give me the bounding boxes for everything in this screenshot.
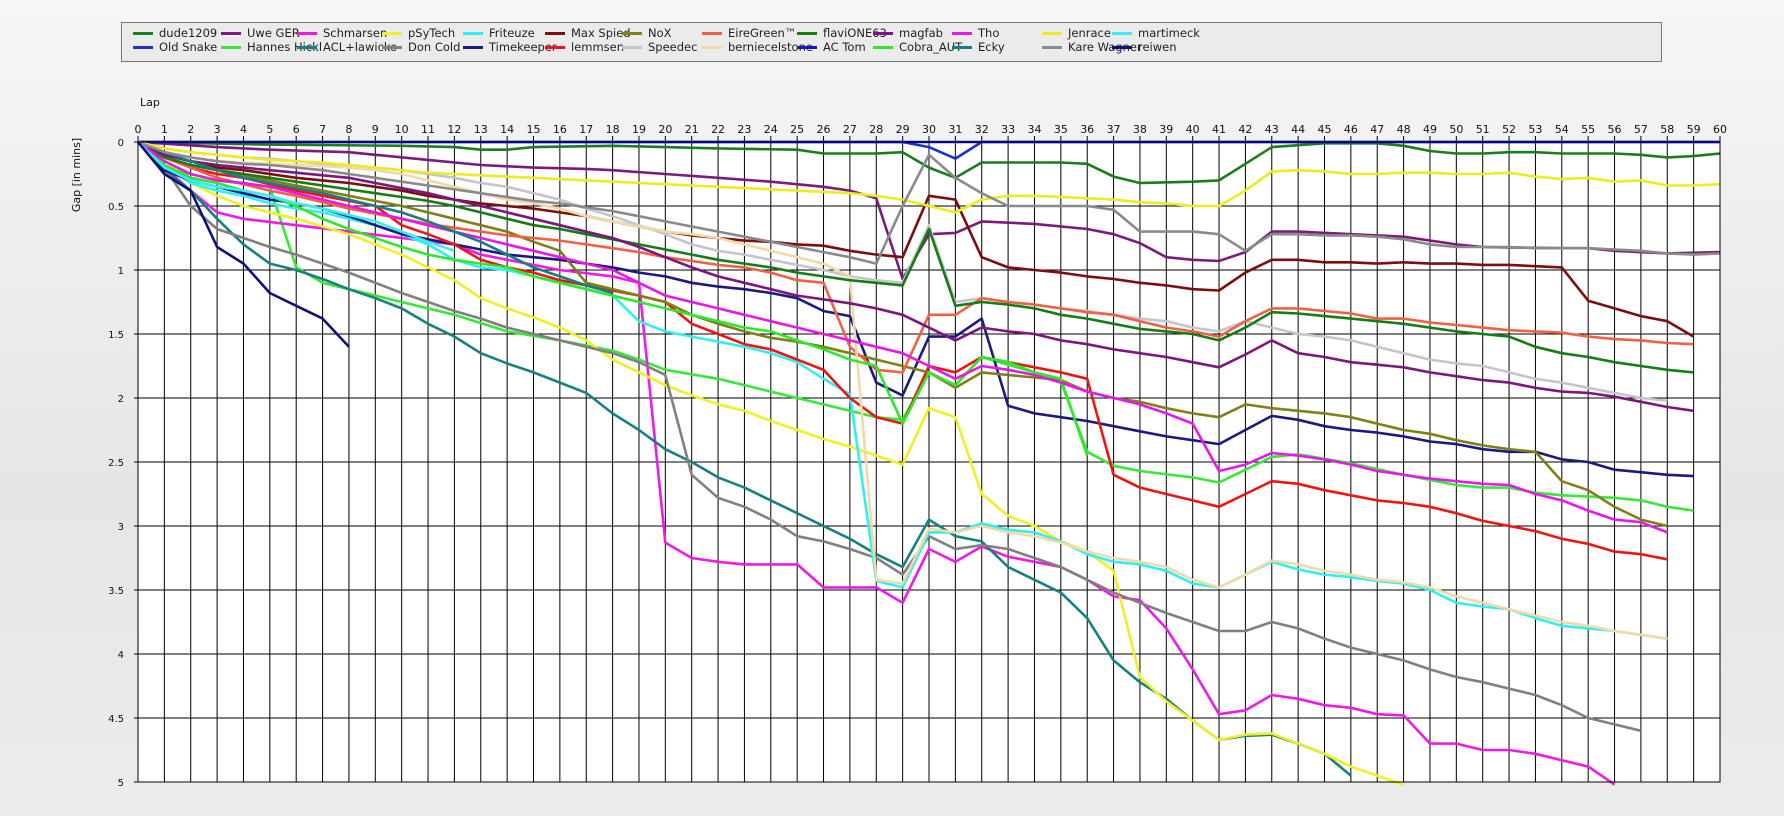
x-tick-label: 15 <box>527 123 541 136</box>
x-tick-label: 2 <box>187 123 194 136</box>
x-tick-label: 28 <box>869 123 883 136</box>
x-tick-label: 55 <box>1581 123 1595 136</box>
x-tick-label: 46 <box>1344 123 1358 136</box>
x-tick-label: 4 <box>240 123 247 136</box>
x-tick-label: 45 <box>1318 123 1332 136</box>
y-tick-label: 0 <box>118 138 124 149</box>
x-tick-label: 33 <box>1001 123 1015 136</box>
x-tick-label: 29 <box>896 123 910 136</box>
x-tick-label: 43 <box>1265 123 1279 136</box>
x-tick-label: 25 <box>790 123 804 136</box>
x-tick-label: 37 <box>1107 123 1121 136</box>
y-tick-label: 3 <box>118 522 124 533</box>
x-tick-label: 6 <box>293 123 300 136</box>
x-tick-label: 3 <box>214 123 221 136</box>
x-tick-label: 40 <box>1186 123 1200 136</box>
x-tick-label: 8 <box>345 123 352 136</box>
x-tick-label: 26 <box>817 123 831 136</box>
x-tick-label: 9 <box>372 123 379 136</box>
x-tick-label: 14 <box>500 123 514 136</box>
x-tick-label: 42 <box>1238 123 1252 136</box>
x-tick-label: 56 <box>1608 123 1622 136</box>
x-tick-label: 32 <box>975 123 989 136</box>
x-tick-label: 27 <box>843 123 857 136</box>
x-tick-label: 5 <box>266 123 273 136</box>
x-tick-label: 60 <box>1713 123 1727 136</box>
y-tick-label: 2 <box>118 394 124 405</box>
x-tick-label: 31 <box>948 123 962 136</box>
y-tick-label: 3.5 <box>108 586 124 597</box>
y-tick-label: 4 <box>118 650 124 661</box>
x-tick-label: 50 <box>1449 123 1463 136</box>
y-tick-label: 1 <box>118 266 124 277</box>
x-axis-label: Lap <box>140 96 160 109</box>
x-tick-label: 41 <box>1212 123 1226 136</box>
x-tick-label: 1 <box>161 123 168 136</box>
x-tick-label: 57 <box>1634 123 1648 136</box>
x-tick-label: 22 <box>711 123 725 136</box>
x-tick-label: 0 <box>135 123 142 136</box>
x-tick-label: 35 <box>1054 123 1068 136</box>
x-tick-label: 13 <box>474 123 488 136</box>
x-tick-label: 44 <box>1291 123 1305 136</box>
x-tick-label: 51 <box>1476 123 1490 136</box>
x-tick-label: 12 <box>447 123 461 136</box>
x-tick-label: 39 <box>1159 123 1173 136</box>
x-tick-label: 52 <box>1502 123 1516 136</box>
x-tick-label: 59 <box>1687 123 1701 136</box>
x-tick-label: 48 <box>1397 123 1411 136</box>
x-tick-label: 18 <box>606 123 620 136</box>
x-tick-label: 49 <box>1423 123 1437 136</box>
y-axis-label: Gap [in mins] <box>70 138 83 212</box>
x-tick-label: 16 <box>553 123 567 136</box>
x-tick-label: 17 <box>579 123 593 136</box>
x-tick-label: 58 <box>1660 123 1674 136</box>
x-tick-label: 36 <box>1080 123 1094 136</box>
x-tick-label: 34 <box>1027 123 1041 136</box>
x-tick-label: 11 <box>421 123 435 136</box>
x-tick-label: 38 <box>1133 123 1147 136</box>
y-tick-label: 4.5 <box>108 714 124 725</box>
x-tick-label: 24 <box>764 123 778 136</box>
x-tick-label: 53 <box>1528 123 1542 136</box>
x-tick-label: 20 <box>658 123 672 136</box>
y-tick-label: 0.5 <box>108 202 124 213</box>
y-tick-label: 2.5 <box>108 458 124 469</box>
x-tick-label: 21 <box>685 123 699 136</box>
x-tick-label: 7 <box>319 123 326 136</box>
x-tick-label: 19 <box>632 123 646 136</box>
lap-gap-chart: 0 1 2 3 4 5 6 7 8 9 10 11 12 13 14 15 16 17 18 19 20 21 22 23 24… <box>70 96 1727 789</box>
x-tick-label: 10 <box>395 123 409 136</box>
x-tick-label: 23 <box>737 123 751 136</box>
y-tick-label: 1.5 <box>108 330 124 341</box>
x-tick-label: 47 <box>1370 123 1384 136</box>
y-tick-label: 5 <box>118 778 124 789</box>
x-tick-label: 30 <box>922 123 936 136</box>
x-tick-label: 54 <box>1555 123 1569 136</box>
